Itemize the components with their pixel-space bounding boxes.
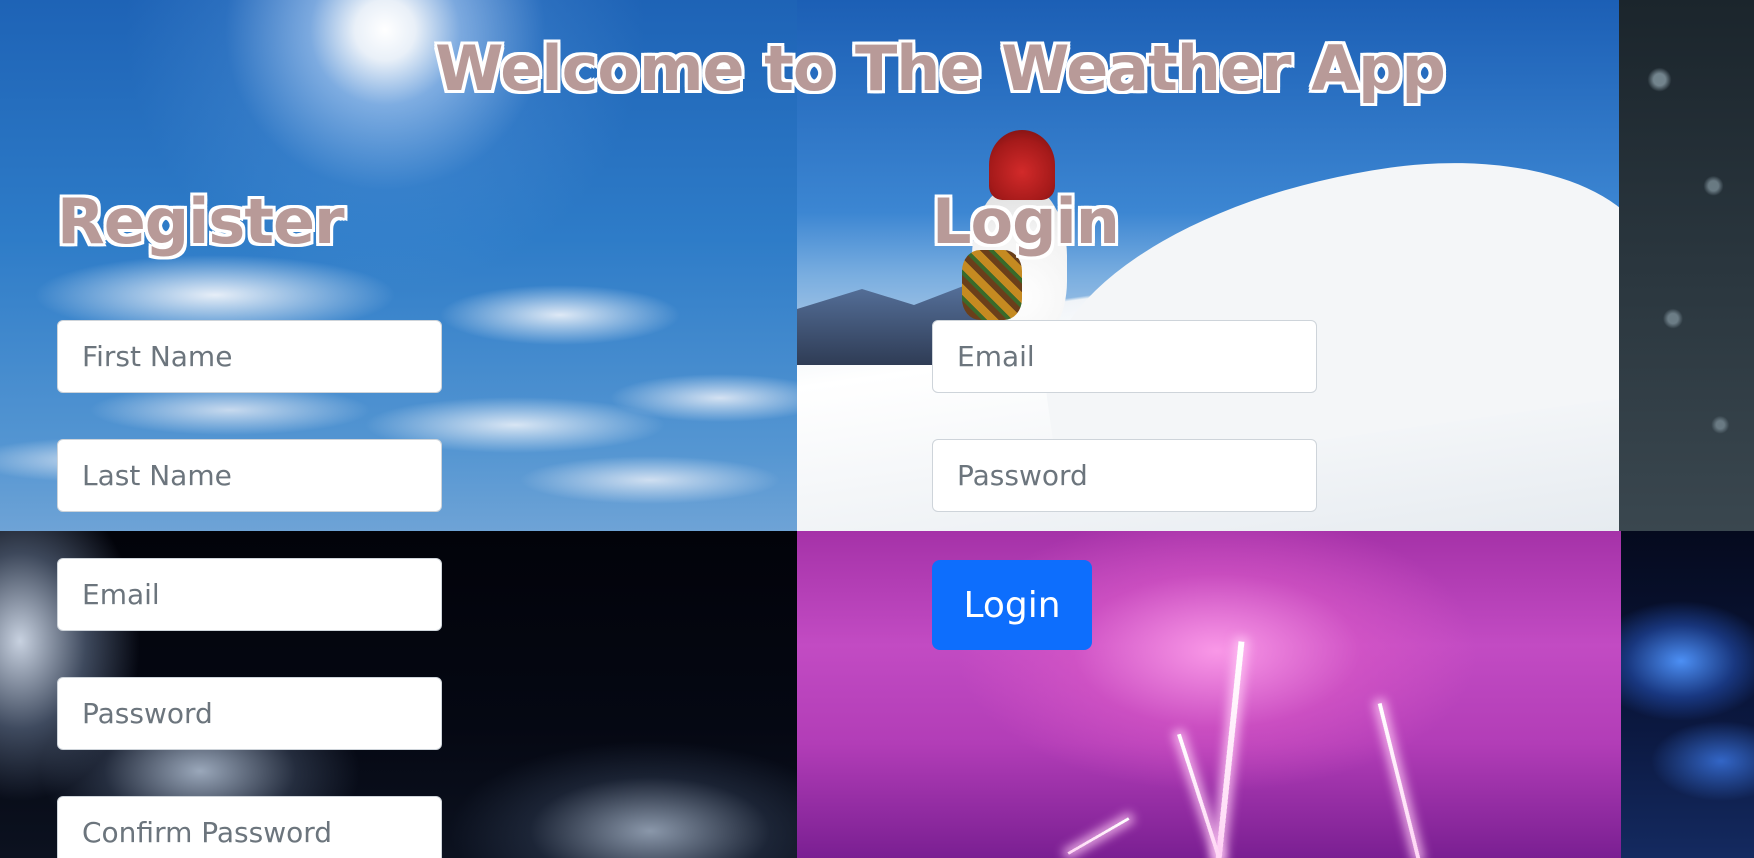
lightning-bolt [1377,702,1421,858]
confirm-password-input[interactable] [57,796,442,858]
login-email-input[interactable] [932,320,1317,393]
login-button[interactable]: Login [932,560,1092,650]
register-heading: Register [57,185,345,258]
register-password-input[interactable] [57,677,442,750]
first-name-input[interactable] [57,320,442,393]
lightning-bolt [1177,733,1221,858]
login-password-input[interactable] [932,439,1317,512]
last-name-input[interactable] [57,439,442,512]
snowman-scarf [962,250,1022,320]
lightning-bolt [1067,817,1130,855]
lightning-bolt [1215,641,1245,858]
page-title: Welcome to The Weather App [435,32,1446,105]
lightning-background [797,531,1621,858]
register-email-input[interactable] [57,558,442,631]
night-storm-background [1621,531,1754,858]
weather-app-page: Welcome to The Weather App Register Logi… [0,0,1754,858]
login-heading: Login [932,185,1120,258]
